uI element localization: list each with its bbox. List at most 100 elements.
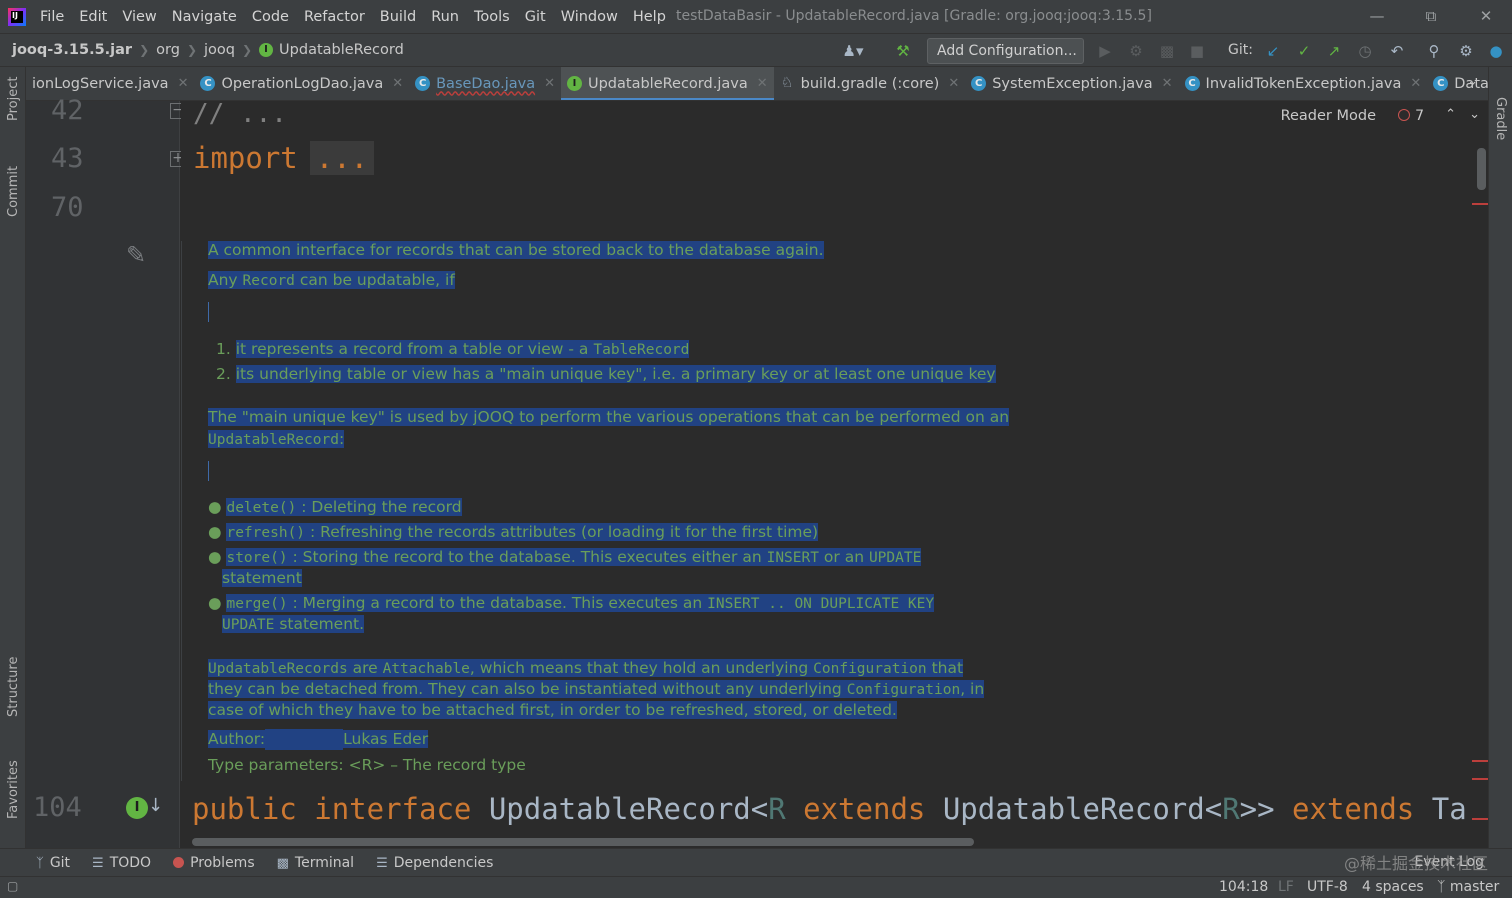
error-stripe-marker[interactable] [1472,760,1488,762]
reader-mode-button[interactable]: Reader Mode [1281,108,1376,124]
rollback-icon[interactable]: ↶ [1386,40,1408,62]
breadcrumb-org[interactable]: org [156,42,180,58]
close-window-icon[interactable]: ✕ [1471,4,1501,28]
problem-indicator[interactable]: 7 [1398,108,1424,124]
build-hammer-icon[interactable]: ⚒ [892,40,914,62]
tab-database[interactable]: CDataba [1427,67,1488,100]
stop-icon[interactable]: ■ [1186,40,1208,62]
menu-help[interactable]: Help [633,9,666,25]
menu-git[interactable]: Git [525,9,546,25]
menu-run[interactable]: Run [431,9,459,25]
line-number: 104 [33,792,82,823]
close-tab-icon[interactable]: ✕ [1162,76,1173,91]
breadcrumb-jooq[interactable]: jooq [204,42,235,58]
close-tab-icon[interactable]: ✕ [392,76,403,91]
doc-type-params: Type parameters: <R> – The record type [208,756,526,774]
problems-tool-button[interactable]: Problems [173,855,255,871]
menu-tools[interactable]: Tools [474,9,510,25]
implementations-icon[interactable]: I [126,797,148,819]
coverage-icon[interactable]: ▩ [1156,40,1178,62]
error-stripe-marker[interactable] [1472,203,1488,205]
tab-label: OperationLogDao.java [221,75,384,92]
horizontal-scrollbar[interactable] [192,838,974,846]
menu-refactor[interactable]: Refactor [304,9,365,25]
todo-tool-button[interactable]: ☰ TODO [92,855,151,871]
code-editor[interactable]: // ... import... Reader Mode 7 ⌃ ⌄ A com… [181,101,1488,848]
history-icon[interactable]: ◷ [1354,40,1376,62]
git-tool-button[interactable]: ᛉ Git [36,855,70,871]
breadcrumb-jar[interactable]: jooq-3.15.5.jar [12,42,132,58]
error-stripe-marker[interactable] [1472,818,1488,820]
commit-tool-button[interactable]: Commit [6,166,21,217]
caret-position[interactable]: 104:18 [1219,879,1268,895]
problems-tool-label: Problems [190,854,255,871]
git-branch[interactable]: ᛉ master [1437,879,1499,895]
edit-pencil-icon[interactable]: ✎ [126,241,146,269]
close-tab-icon[interactable]: ✕ [1410,76,1421,91]
restore-icon[interactable]: ⧉ [1416,4,1446,28]
doc-cursor-gap [208,302,209,322]
git-push-icon[interactable]: ↗ [1323,40,1345,62]
tab-systemexception[interactable]: C SystemException.java ✕ [965,67,1178,100]
structure-tool-button[interactable]: Structure [6,657,21,717]
menu-view[interactable]: View [122,9,156,25]
terminal-icon: ▩ [276,855,289,871]
tab-basedao[interactable]: C BaseDao.java ✕ [409,67,561,100]
terminal-tool-button[interactable]: ▩ Terminal [277,855,354,871]
debug-icon[interactable]: ⚙ [1125,40,1147,62]
close-tab-icon[interactable]: ✕ [178,76,189,91]
menu-build[interactable]: Build [380,9,416,25]
menu-navigate[interactable]: Navigate [172,9,237,25]
git-commit-icon[interactable]: ✓ [1293,40,1315,62]
dependencies-tool-button[interactable]: ☰ Dependencies [376,855,493,871]
tab-invalidtokenexception[interactable]: C InvalidTokenException.java ✕ [1179,67,1428,100]
close-tab-icon[interactable]: ✕ [948,76,959,91]
menu-edit[interactable]: Edit [79,9,107,25]
doc-text: statement [222,569,302,587]
settings-gear-icon[interactable]: ⚙ [1455,40,1477,62]
menu-code[interactable]: Code [252,9,289,25]
gradle-tool-button[interactable]: Gradle [1493,97,1508,140]
type-close: >> [1239,792,1275,826]
tool-window-bar: ᛉ Git ☰ TODO Problems ▩ Terminal ☰ Dependenc… [0,848,1512,876]
close-tab-icon[interactable]: ✕ [544,76,555,91]
git-tool-label: Git [49,854,71,871]
doc-paragraph: A common interface for records that can … [208,240,824,261]
git-update-icon[interactable]: ↙ [1262,40,1284,62]
line-separator[interactable]: LF [1278,879,1294,895]
error-stripe-marker[interactable] [1472,778,1488,780]
class-icon: C [971,76,987,91]
folded-imports[interactable]: ... [309,141,375,175]
doc-text: that [926,659,964,677]
doc-text: Any [208,271,243,289]
doc-border [181,241,182,781]
tab-build-gradle[interactable]: ♘ build.gradle (:core) ✕ [774,67,966,100]
code-line-43: import... [193,141,375,175]
menu-file[interactable]: File [40,9,64,25]
account-icon[interactable]: ♟▾ [842,40,864,62]
chevron-down-icon[interactable]: ⌄ [1467,74,1478,89]
doc-text: statement. [274,615,365,633]
close-tab-icon[interactable]: ✕ [757,76,768,91]
toggle-panels-icon[interactable]: ▢ [7,879,18,893]
doc-text: case of which they have to be attached f… [208,701,897,719]
run-icon[interactable]: ▶ [1094,40,1116,62]
add-configuration-button[interactable]: Add Configuration... [927,38,1084,64]
search-icon[interactable]: ⚲ [1423,40,1445,62]
menu-window[interactable]: Window [561,9,618,25]
tab-operationlogdao[interactable]: C OperationLogDao.java ✕ [194,67,409,100]
vertical-scrollbar[interactable] [1477,148,1486,190]
next-problem-icon[interactable]: ⌄ [1469,107,1480,122]
project-tool-button[interactable]: Project [6,77,21,121]
file-encoding[interactable]: UTF-8 [1307,879,1348,895]
doc-code: store() [226,550,288,566]
breadcrumb-file[interactable]: UpdatableRecord [279,42,404,58]
minimize-icon[interactable]: — [1362,4,1392,28]
tab-updatablerecord[interactable]: I UpdatableRecord.java ✕ [560,67,774,100]
jetbrains-toolbox-icon[interactable]: ● [1485,40,1507,62]
title-bar: IJ File Edit View Navigate Code Refactor… [0,0,1512,33]
prev-problem-icon[interactable]: ⌃ [1445,107,1456,122]
favorites-tool-button[interactable]: Favorites [6,760,21,819]
indent-setting[interactable]: 4 spaces [1362,879,1424,895]
tab-label: build.gradle (:core) [800,75,940,92]
